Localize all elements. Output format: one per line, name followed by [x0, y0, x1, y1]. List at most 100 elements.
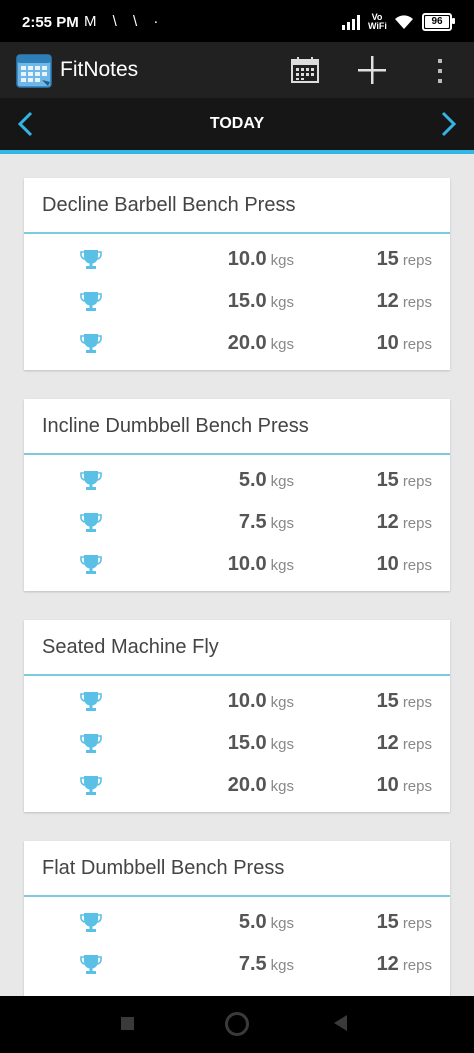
trophy-icon — [80, 553, 102, 577]
weight-unit: kgs — [270, 694, 294, 711]
set-reps: 15 reps — [377, 469, 432, 492]
weight-value: 5.0 — [238, 469, 267, 491]
weight-unit: kgs — [270, 473, 294, 490]
card-divider — [24, 453, 450, 455]
recents-button[interactable] — [121, 1017, 134, 1030]
reps-value: 15 — [376, 469, 399, 491]
weight-unit: kgs — [270, 515, 294, 532]
workout-list: Decline Barbell Bench Press 10.0 kgs 15 reps… — [0, 154, 474, 996]
set-reps: 12 reps — [377, 953, 432, 976]
set-row[interactable]: 20.0 kgs 10 reps — [24, 324, 450, 364]
reps-value: 10 — [376, 332, 399, 354]
reps-value: 12 — [376, 511, 399, 533]
set-row[interactable]: 10.0 kgs 15 reps — [24, 240, 450, 280]
set-weight: 15.0 kgs — [228, 290, 294, 313]
set-reps: 15 reps — [377, 248, 432, 271]
set-weight: 5.0 kgs — [239, 911, 294, 934]
weight-value: 15.0 — [227, 290, 267, 312]
set-reps: 15 reps — [377, 911, 432, 934]
app-title: FitNotes — [60, 58, 139, 81]
exercise-card[interactable]: Incline Dumbbell Bench Press 5.0 kgs 15 reps… — [24, 399, 450, 591]
chevron-right-icon[interactable] — [436, 110, 460, 138]
set-row[interactable]: 15.0 kgs 12 reps — [24, 724, 450, 764]
set-row[interactable]: 5.0 kgs 15 reps — [24, 903, 450, 943]
set-reps: 12 reps — [377, 732, 432, 755]
trophy-icon — [80, 953, 102, 977]
set-weight: 10.0kgs — [228, 248, 294, 271]
battery-level: 96 — [431, 16, 443, 27]
trophy-icon — [80, 732, 102, 756]
weight-value: 10.0 — [227, 248, 267, 270]
trophy-icon — [80, 469, 102, 493]
notification-icons: M \ \ · — [84, 13, 165, 30]
set-row[interactable]: 15.0 kgs 12 reps — [24, 282, 450, 322]
set-row[interactable]: 10.0kgs 10reps — [24, 545, 450, 585]
reps-unit: reps — [402, 252, 432, 269]
card-divider — [24, 232, 450, 234]
exercise-name[interactable]: Decline Barbell Bench Press — [42, 194, 295, 217]
set-reps: 10reps — [377, 774, 432, 797]
set-weight: 10.0kgs — [228, 690, 294, 713]
exercise-name[interactable]: Flat Dumbbell Bench Press — [42, 857, 284, 880]
trophy-icon — [80, 911, 102, 935]
weight-unit: kgs — [270, 294, 294, 311]
weight-value: 5.0 — [238, 911, 267, 933]
set-row[interactable]: 10.0 kgs 15 reps — [24, 682, 450, 722]
reps-unit: reps — [402, 694, 432, 711]
calendar-icon[interactable] — [290, 56, 320, 84]
weight-value: 20.0 — [227, 332, 267, 354]
reps-value: 15 — [376, 911, 399, 933]
home-button[interactable] — [225, 1012, 249, 1036]
set-weight: 7.5 kgs — [239, 511, 294, 534]
set-reps: 10reps — [377, 553, 432, 576]
system-navigation-bar — [0, 996, 474, 1053]
reps-unit: reps — [402, 336, 432, 353]
signal-icon — [342, 14, 360, 30]
weight-unit: kgs — [270, 957, 294, 974]
weight-value: 15.0 — [227, 732, 267, 754]
trophy-icon — [80, 774, 102, 798]
set-reps: 10reps — [377, 332, 432, 355]
reps-value: 12 — [376, 732, 399, 754]
weight-unit: kgs — [270, 252, 294, 269]
weight-unit: kgs — [270, 557, 294, 574]
reps-value: 10 — [376, 553, 399, 575]
wifi-icon — [395, 15, 413, 29]
set-row[interactable]: 7.5 kgs 12 reps — [24, 503, 450, 543]
set-weight: 5.0 kgs — [239, 469, 294, 492]
reps-unit: reps — [402, 915, 432, 932]
exercise-name[interactable]: Seated Machine Fly — [42, 636, 219, 659]
card-divider — [24, 674, 450, 676]
status-bar: 2:55 PM M \ \ · Vo WiFi 96 — [0, 0, 474, 42]
reps-unit: reps — [402, 557, 432, 574]
date-navigation-bar: TODAY — [0, 98, 474, 150]
set-row[interactable]: 20.0 kgs 10 reps — [24, 766, 450, 806]
set-weight: 20.0 kgs — [228, 332, 294, 355]
set-reps: 12 reps — [377, 511, 432, 534]
set-reps: 12 reps — [377, 290, 432, 313]
set-row[interactable]: 5.0 kgs 15 reps — [24, 461, 450, 501]
reps-unit: reps — [402, 294, 432, 311]
fitnotes-logo-icon — [16, 54, 52, 88]
reps-unit: reps — [402, 957, 432, 974]
back-button[interactable] — [334, 1015, 347, 1031]
status-time: 2:55 PM — [22, 14, 79, 31]
set-weight: 10.0kgs — [228, 553, 294, 576]
add-icon[interactable] — [356, 54, 388, 86]
exercise-card[interactable]: Decline Barbell Bench Press 10.0 kgs 15 reps… — [24, 178, 450, 370]
weight-value: 10.0 — [227, 553, 267, 575]
exercise-card[interactable]: Seated Machine Fly 10.0 kgs 15 reps 15.0 kgs 12… — [24, 620, 450, 812]
trophy-icon — [80, 290, 102, 314]
trophy-icon — [80, 690, 102, 714]
set-row[interactable]: 7.5 kgs 12 reps — [24, 945, 450, 985]
exercise-card[interactable]: Flat Dumbbell Bench Press 5.0 kgs 15 reps 7.5… — [24, 841, 450, 996]
card-divider — [24, 895, 450, 897]
weight-value: 7.5 — [238, 511, 267, 533]
reps-value: 12 — [376, 953, 399, 975]
overflow-menu-icon[interactable] — [430, 56, 450, 86]
trophy-icon — [80, 248, 102, 272]
set-row[interactable]: 10.0kgs10reps — [24, 987, 450, 996]
reps-unit: reps — [402, 515, 432, 532]
exercise-name[interactable]: Incline Dumbbell Bench Press — [42, 415, 309, 438]
current-date-label[interactable]: TODAY — [0, 115, 474, 133]
